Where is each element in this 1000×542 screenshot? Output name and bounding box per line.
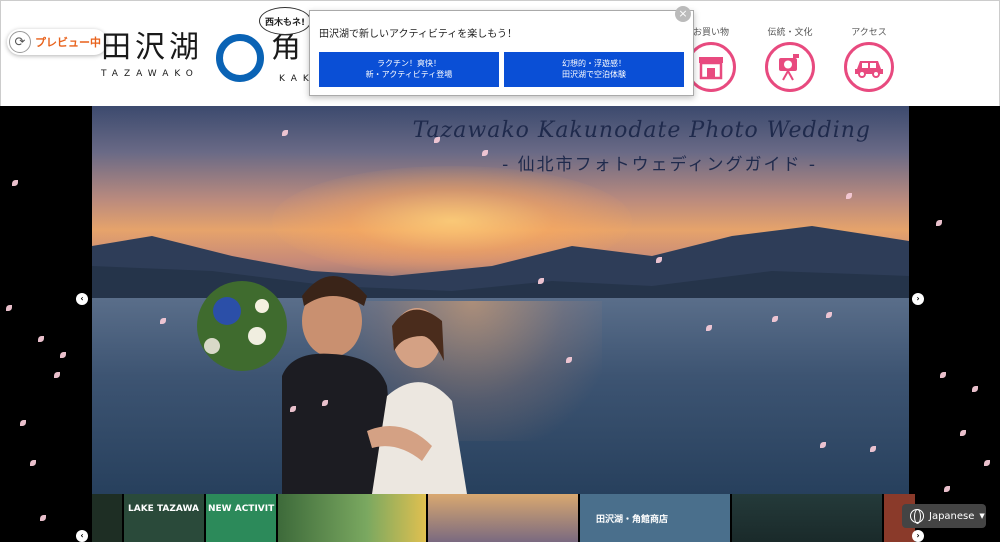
logo-text-jp2: 角 <box>271 30 301 65</box>
caret-down-icon: ▼ <box>979 512 985 520</box>
popup-button-line2: 田沢湖で空泊体験 <box>562 70 626 79</box>
next-slide-arrow-icon[interactable]: › <box>912 293 924 305</box>
thumbnail-text: NEW ACTIVIT <box>208 504 275 514</box>
close-icon[interactable]: × <box>675 6 691 22</box>
globe-icon <box>910 509 924 524</box>
popup-button-activity[interactable]: ラクチン！爽快！ 新・アクティビティ登場 <box>319 52 499 87</box>
thumbnail[interactable] <box>428 494 578 542</box>
nav-item-culture[interactable]: 伝統・文化 <box>760 25 820 92</box>
camera-icon <box>765 42 815 92</box>
preview-button[interactable]: ⟳ プレビュー中 <box>7 29 107 55</box>
petal-decoration <box>54 372 60 378</box>
thumbnail-text: 田沢湖・角館商店 <box>596 515 669 525</box>
petal-decoration <box>984 460 990 466</box>
activity-popup: 田沢湖で新しいアクティビティを楽しもう！ × ラクチン！爽快！ 新・アクティビテ… <box>309 6 694 96</box>
hero-title: Tazawako Kakunodate Photo Wedding <box>412 118 871 143</box>
hero-slide-image[interactable]: Tazawako Kakunodate Photo Wedding - 仙北市フ… <box>92 106 909 494</box>
petal-decoration <box>960 430 966 436</box>
refresh-icon: ⟳ <box>9 31 31 53</box>
thumbnail[interactable]: 田沢湖・角館商店 <box>580 494 730 542</box>
language-label: Japanese <box>929 510 975 522</box>
petal-decoration <box>6 305 12 311</box>
site-logo[interactable]: 田沢湖 TAZAWAKO <box>101 30 203 80</box>
nav-label: 伝統・文化 <box>767 28 813 38</box>
logo-circle-icon <box>216 34 264 82</box>
car-icon <box>844 42 894 92</box>
thumbnail[interactable] <box>92 494 122 542</box>
thumbnail[interactable] <box>732 494 882 542</box>
nav-item-access[interactable]: アクセス <box>839 25 899 92</box>
petal-decoration <box>30 460 36 466</box>
page: ⟳ プレビュー中 田沢湖 TAZAWAKO 角 KAK 西木もネ! お買い物 伝… <box>0 0 1000 542</box>
logo-text-jp: 田沢湖 <box>101 30 203 65</box>
thumbnail-strip: LAKE TAZAWA NEW ACTIVIT 田沢湖・角館商店 <box>92 494 915 542</box>
prev-slide-arrow-icon[interactable]: ‹ <box>76 293 88 305</box>
petal-decoration <box>38 336 44 342</box>
thumbnail[interactable] <box>278 494 426 542</box>
petal-decoration <box>40 515 46 521</box>
popup-button-line1: 幻想的・浮遊感！ <box>562 59 626 68</box>
prev-thumbnail-arrow-icon[interactable]: ‹ <box>76 530 88 542</box>
preview-label: プレビュー中 <box>35 36 101 49</box>
petal-decoration <box>12 180 18 186</box>
next-thumbnail-arrow-icon[interactable]: › <box>912 530 924 542</box>
petal-decoration <box>940 372 946 378</box>
petal-decoration <box>936 220 942 226</box>
petal-decoration <box>20 420 26 426</box>
site-header: ⟳ プレビュー中 田沢湖 TAZAWAKO 角 KAK 西木もネ! お買い物 伝… <box>0 0 1000 106</box>
thumbnail[interactable]: LAKE TAZAWA <box>124 494 204 542</box>
petal-decoration <box>60 352 66 358</box>
petal-decoration <box>972 386 978 392</box>
logo-text-en: TAZAWAKO <box>101 69 199 79</box>
popup-title: 田沢湖で新しいアクティビティを楽しもう！ <box>319 29 517 40</box>
petal-decoration <box>944 486 950 492</box>
nav-label: アクセス <box>851 28 887 38</box>
popup-button-line2: 新・アクティビティ登場 <box>365 70 453 79</box>
popup-button-stay[interactable]: 幻想的・浮遊感！ 田沢湖で空泊体験 <box>504 52 684 87</box>
popup-button-line1: ラクチン！爽快！ <box>377 59 441 68</box>
speech-bubble: 西木もネ! <box>259 7 311 35</box>
language-select[interactable]: Japanese ▼ <box>902 504 986 528</box>
thumbnail[interactable]: NEW ACTIVIT <box>206 494 276 542</box>
thumbnail-text: LAKE TAZAWA <box>128 504 199 514</box>
hero-subtitle: - 仙北市フォトウェディングガイド - <box>502 155 817 175</box>
couple-photo <box>197 276 467 494</box>
